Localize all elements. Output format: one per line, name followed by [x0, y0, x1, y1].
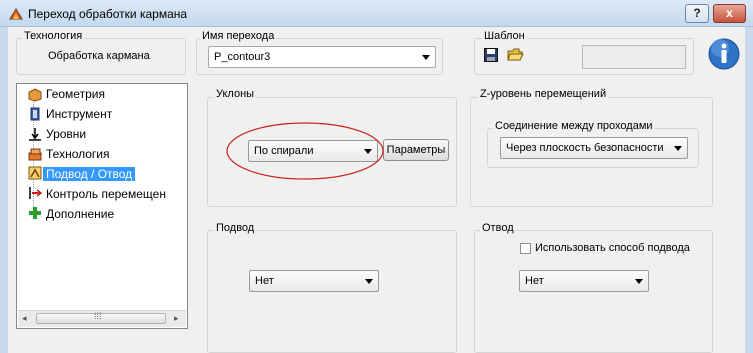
tree-item-label: Дополнение	[46, 207, 115, 221]
template-field[interactable]	[582, 45, 686, 69]
levels-icon	[29, 128, 41, 141]
plus-icon	[29, 207, 41, 219]
use-approach-checkbox[interactable]	[520, 243, 531, 254]
info-icon	[708, 38, 740, 70]
retract-combo[interactable]: Нет	[519, 270, 649, 292]
transition-name-value: P_contour3	[214, 51, 271, 63]
motion-control-icon	[29, 187, 42, 199]
app-icon	[9, 8, 23, 20]
retract-value: Нет	[525, 275, 544, 287]
window-title: Переход обработки кармана	[28, 7, 188, 21]
open-folder-icon[interactable]	[507, 47, 524, 62]
tool-icon	[30, 107, 40, 121]
scroll-grip-icon: ⁞⁞⁞	[94, 311, 102, 321]
approach-value: Нет	[255, 275, 274, 287]
tree-item-selected-wrap: Подвод / Отвод	[43, 165, 136, 183]
tree-item-label: Контроль перемещен	[46, 187, 166, 201]
help-button[interactable]: ?	[685, 4, 709, 23]
transition-name-combo[interactable]: P_contour3	[208, 46, 436, 68]
geometry-icon	[28, 88, 42, 102]
technology-icon	[28, 148, 42, 161]
scroll-right-icon[interactable]: ▸	[174, 313, 179, 324]
retract-label: Отвод	[480, 222, 516, 234]
tree-item-label: Инструмент	[46, 107, 113, 121]
slopes-label: Уклоны	[214, 88, 257, 100]
chevron-down-icon	[635, 279, 643, 284]
connection-combo[interactable]: Через плоскость безопасности	[500, 137, 688, 159]
close-button[interactable]: x	[713, 4, 746, 23]
connection-label: Соединение между проходами	[493, 120, 655, 132]
chevron-down-icon	[365, 279, 373, 284]
z-level-label: Z-уровень перемещений	[478, 88, 609, 100]
tree-item-label: Технология	[46, 147, 110, 161]
tree-horizontal-scrollbar[interactable]: ◂ ⁞⁞⁞ ▸	[18, 310, 186, 327]
template-label: Шаблон	[482, 30, 527, 42]
tree-item-label: Подвод / Отвод	[43, 167, 136, 181]
title-bar[interactable]: Переход обработки кармана ? x	[0, 0, 753, 27]
approach-combo[interactable]: Нет	[249, 270, 379, 292]
scroll-left-icon[interactable]: ◂	[22, 313, 27, 324]
chevron-down-icon	[674, 146, 682, 151]
annotation-ellipse	[226, 122, 384, 180]
approach-label: Подвод	[214, 222, 257, 234]
lead-in-out-icon	[28, 166, 42, 180]
save-icon[interactable]	[484, 48, 498, 62]
technology-label: Технология	[22, 30, 85, 42]
tree-item-label: Геометрия	[46, 87, 105, 101]
tree-item-label: Уровни	[46, 127, 87, 141]
technology-value: Обработка кармана	[48, 50, 150, 62]
chevron-down-icon	[422, 55, 430, 60]
use-approach-label: Использовать способ подвода	[535, 242, 690, 254]
connection-value: Через плоскость безопасности	[506, 142, 664, 154]
params-button[interactable]: Параметры	[383, 139, 449, 161]
transition-name-label: Имя перехода	[200, 30, 277, 42]
